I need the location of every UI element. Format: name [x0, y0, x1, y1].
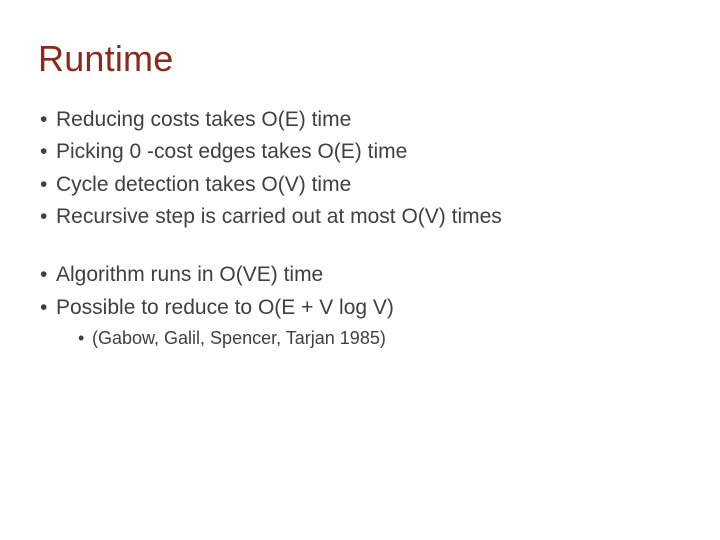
bullet-item: Cycle detection takes O(V) time [38, 171, 682, 199]
bullet-item: Picking 0 -cost edges takes O(E) time [38, 138, 682, 166]
bullet-group-2: Algorithm runs in O(VE) time Possible to… [38, 261, 682, 350]
bullet-text: Possible to reduce to O(E + V log V) [56, 296, 394, 319]
sub-bullet-group: (Gabow, Galil, Spencer, Tarjan 1985) [56, 326, 682, 350]
bullet-group-1: Reducing costs takes O(E) time Picking 0… [38, 106, 682, 231]
spacer [38, 235, 682, 261]
bullet-item: Reducing costs takes O(E) time [38, 106, 682, 134]
bullet-item: Recursive step is carried out at most O(… [38, 203, 682, 231]
bullet-item: Algorithm runs in O(VE) time [38, 261, 682, 289]
slide-title: Runtime [38, 38, 682, 80]
bullet-item: Possible to reduce to O(E + V log V) (Ga… [38, 294, 682, 351]
sub-bullet-item: (Gabow, Galil, Spencer, Tarjan 1985) [78, 326, 682, 350]
slide: Runtime Reducing costs takes O(E) time P… [0, 0, 720, 540]
